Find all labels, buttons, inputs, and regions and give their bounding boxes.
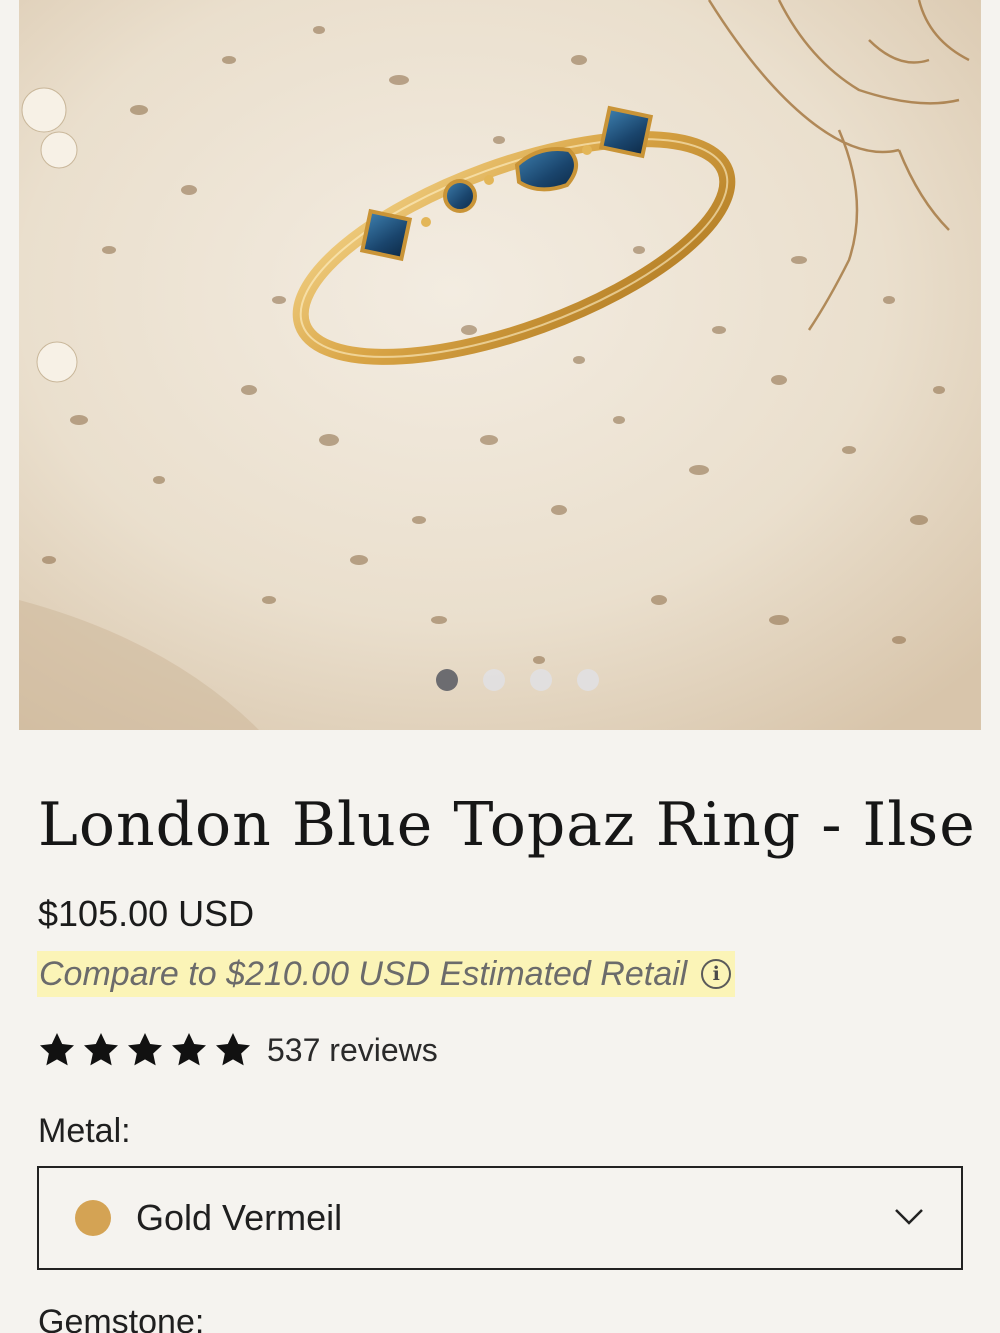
metal-label: Metal: xyxy=(38,1112,131,1150)
product-title: London Blue Topaz Ring - Ilse xyxy=(38,790,976,860)
metal-swatch xyxy=(75,1200,111,1236)
chevron-down-icon xyxy=(895,1209,923,1225)
gallery-dot-1[interactable] xyxy=(435,669,458,691)
star-icon xyxy=(84,1033,118,1066)
compare-price-banner: Compare to $210.00 USD Estimated Retail … xyxy=(37,951,736,997)
star-icon xyxy=(128,1033,162,1066)
gemstone-label: Gemstone: xyxy=(38,1303,205,1333)
product-photo xyxy=(19,0,981,730)
info-icon[interactable]: i xyxy=(701,959,732,989)
metal-select[interactable]: Gold Vermeil xyxy=(37,1166,963,1270)
metal-selected-value: Gold Vermeil xyxy=(136,1197,343,1238)
gallery-dot-2[interactable] xyxy=(482,669,505,691)
gallery-pagination xyxy=(36,669,981,691)
gallery-dot-4[interactable] xyxy=(576,669,599,691)
product-price: $105.00 USD xyxy=(38,893,255,934)
star-icon xyxy=(40,1033,74,1066)
product-rating[interactable]: 537 reviews xyxy=(37,1030,438,1070)
star-icon xyxy=(216,1033,250,1066)
reviews-link[interactable]: 537 reviews xyxy=(267,1032,438,1069)
rating-stars xyxy=(37,1030,253,1070)
compare-price-text: Compare to $210.00 USD Estimated Retail xyxy=(39,954,688,993)
gallery-dot-3[interactable] xyxy=(529,669,552,691)
star-icon xyxy=(172,1033,206,1066)
product-image-gallery[interactable] xyxy=(19,0,981,730)
